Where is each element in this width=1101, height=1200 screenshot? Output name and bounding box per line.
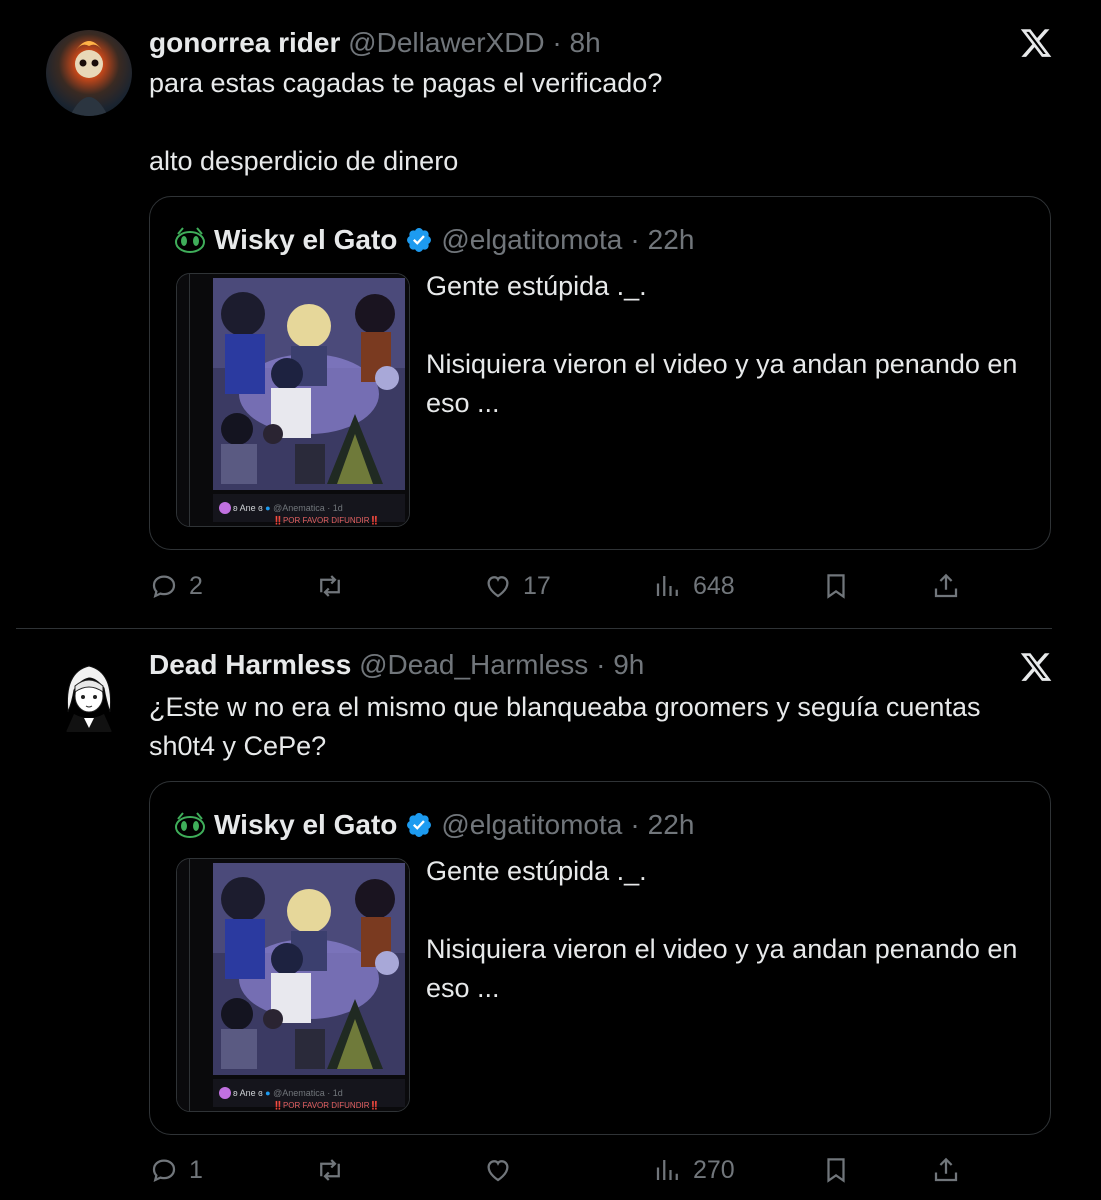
quote-author-handle[interactable]: @elgatitomota	[441, 223, 622, 257]
quote-author-name[interactable]: Wisky el Gato	[214, 223, 397, 257]
cat-eyes-avatar-icon	[175, 812, 205, 838]
bookmark-button[interactable]	[821, 1150, 851, 1190]
like-button[interactable]	[483, 1150, 523, 1190]
post-text: para estas cagadas te pagas el verificad…	[149, 68, 663, 176]
cat-eyes-avatar-icon	[175, 227, 205, 253]
avatar[interactable]	[46, 30, 132, 116]
author-handle[interactable]: @DellawerXDD	[348, 27, 544, 58]
media-author: ʚ Ane ɞ	[233, 1088, 263, 1098]
post-time[interactable]: 8h	[570, 27, 601, 58]
post-header: gonorrea rider @DellawerXDD · 8h	[149, 26, 601, 60]
repost-arrows-icon	[320, 1159, 340, 1181]
heart-icon	[487, 576, 509, 598]
author-name[interactable]: Dead Harmless	[149, 649, 351, 680]
media-handle: @Anematica · 1d	[273, 1088, 343, 1098]
reply-button[interactable]: 2	[149, 566, 203, 606]
separator: ·	[596, 649, 606, 680]
views-count: 270	[693, 1155, 735, 1184]
heart-icon	[487, 1160, 509, 1182]
x-logo-icon[interactable]	[1019, 26, 1053, 60]
bookmark-icon	[827, 574, 845, 599]
avatar[interactable]	[46, 652, 132, 738]
bookmark-icon	[827, 1158, 845, 1183]
views-button[interactable]: 270	[653, 1150, 735, 1190]
repost-button[interactable]	[315, 1150, 355, 1190]
media-author: ʚ Ane ɞ	[233, 503, 263, 513]
skull-rider-avatar-icon	[70, 41, 108, 116]
quoted-post[interactable]: Wisky el Gato @elgatitomota · 22h ʚ Ane …	[149, 196, 1051, 550]
author-handle[interactable]: @Dead_Harmless	[359, 649, 588, 680]
separator: ·	[630, 809, 640, 840]
verified-badge-icon	[407, 228, 432, 252]
repost-arrows-icon	[320, 575, 340, 597]
quoted-post[interactable]: Wisky el Gato @elgatitomota · 22h ʚ Ane …	[149, 781, 1051, 1135]
share-upload-icon	[934, 1157, 958, 1182]
bar-chart-icon	[656, 576, 678, 596]
media-caption: ‼️POR FAVOR DIFUNDIR‼️	[273, 1101, 380, 1110]
quote-text: Gente estúpida ._. Nisiquiera vieron el …	[426, 856, 1018, 1003]
post-divider	[16, 628, 1052, 629]
reply-count: 2	[189, 571, 203, 600]
share-button[interactable]	[931, 566, 961, 606]
action-bar: 1 270	[149, 1150, 1049, 1190]
quote-time[interactable]: 22h	[648, 808, 695, 842]
separator: ·	[630, 224, 640, 255]
quote-author-name[interactable]: Wisky el Gato	[214, 808, 397, 842]
like-count: 17	[523, 571, 551, 600]
anime-screenshot-image	[177, 859, 409, 1111]
action-bar: 2 17 648	[149, 566, 1049, 606]
like-button[interactable]: 17	[483, 566, 551, 606]
quote-header: Wisky el Gato @elgatitomota · 22h	[174, 808, 694, 842]
reply-post-2[interactable]: Dead Harmless @Dead_Harmless · 9h ¿Este …	[0, 630, 1101, 1200]
anime-girl-sketch-avatar-icon	[66, 665, 112, 732]
repost-button[interactable]	[315, 566, 355, 606]
anime-screenshot-image	[177, 274, 409, 526]
verified-badge-icon	[407, 813, 432, 837]
post-text: ¿Este w no era el mismo que blanqueaba g…	[149, 692, 988, 761]
separator: ·	[552, 27, 562, 58]
quote-media-thumbnail[interactable]: ʚ Ane ɞ ● @Anematica · 1d ‼️POR FAVOR DI…	[176, 858, 410, 1112]
share-upload-icon	[934, 573, 958, 598]
share-button[interactable]	[931, 1150, 961, 1190]
reply-post-1[interactable]: gonorrea rider @DellawerXDD · 8h para es…	[0, 0, 1101, 620]
reply-count: 1	[189, 1155, 203, 1184]
views-count: 648	[693, 571, 735, 600]
bar-chart-icon	[656, 1160, 678, 1180]
quote-text: Gente estúpida ._. Nisiquiera vieron el …	[426, 271, 1018, 418]
speech-bubble-icon	[152, 575, 176, 599]
quote-media-thumbnail[interactable]: ʚ Ane ɞ ● @Anematica · 1d ‼️POR FAVOR DI…	[176, 273, 410, 527]
bookmark-button[interactable]	[821, 566, 851, 606]
x-logo-icon[interactable]	[1019, 650, 1053, 684]
reply-button[interactable]: 1	[149, 1150, 203, 1190]
media-author-line: ʚ Ane ɞ ● @Anematica · 1d	[233, 1088, 343, 1098]
quote-time[interactable]: 22h	[648, 223, 695, 257]
author-name[interactable]: gonorrea rider	[149, 27, 340, 58]
quote-author-handle[interactable]: @elgatitomota	[441, 808, 622, 842]
post-time[interactable]: 9h	[613, 649, 644, 680]
speech-bubble-icon	[152, 1159, 176, 1183]
views-button[interactable]: 648	[653, 566, 735, 606]
quote-header: Wisky el Gato @elgatitomota · 22h	[174, 223, 694, 257]
media-author-line: ʚ Ane ɞ ● @Anematica · 1d	[233, 503, 343, 513]
media-caption: ‼️POR FAVOR DIFUNDIR‼️	[273, 516, 380, 525]
media-handle: @Anematica · 1d	[273, 503, 343, 513]
post-header: Dead Harmless @Dead_Harmless · 9h	[149, 648, 644, 682]
